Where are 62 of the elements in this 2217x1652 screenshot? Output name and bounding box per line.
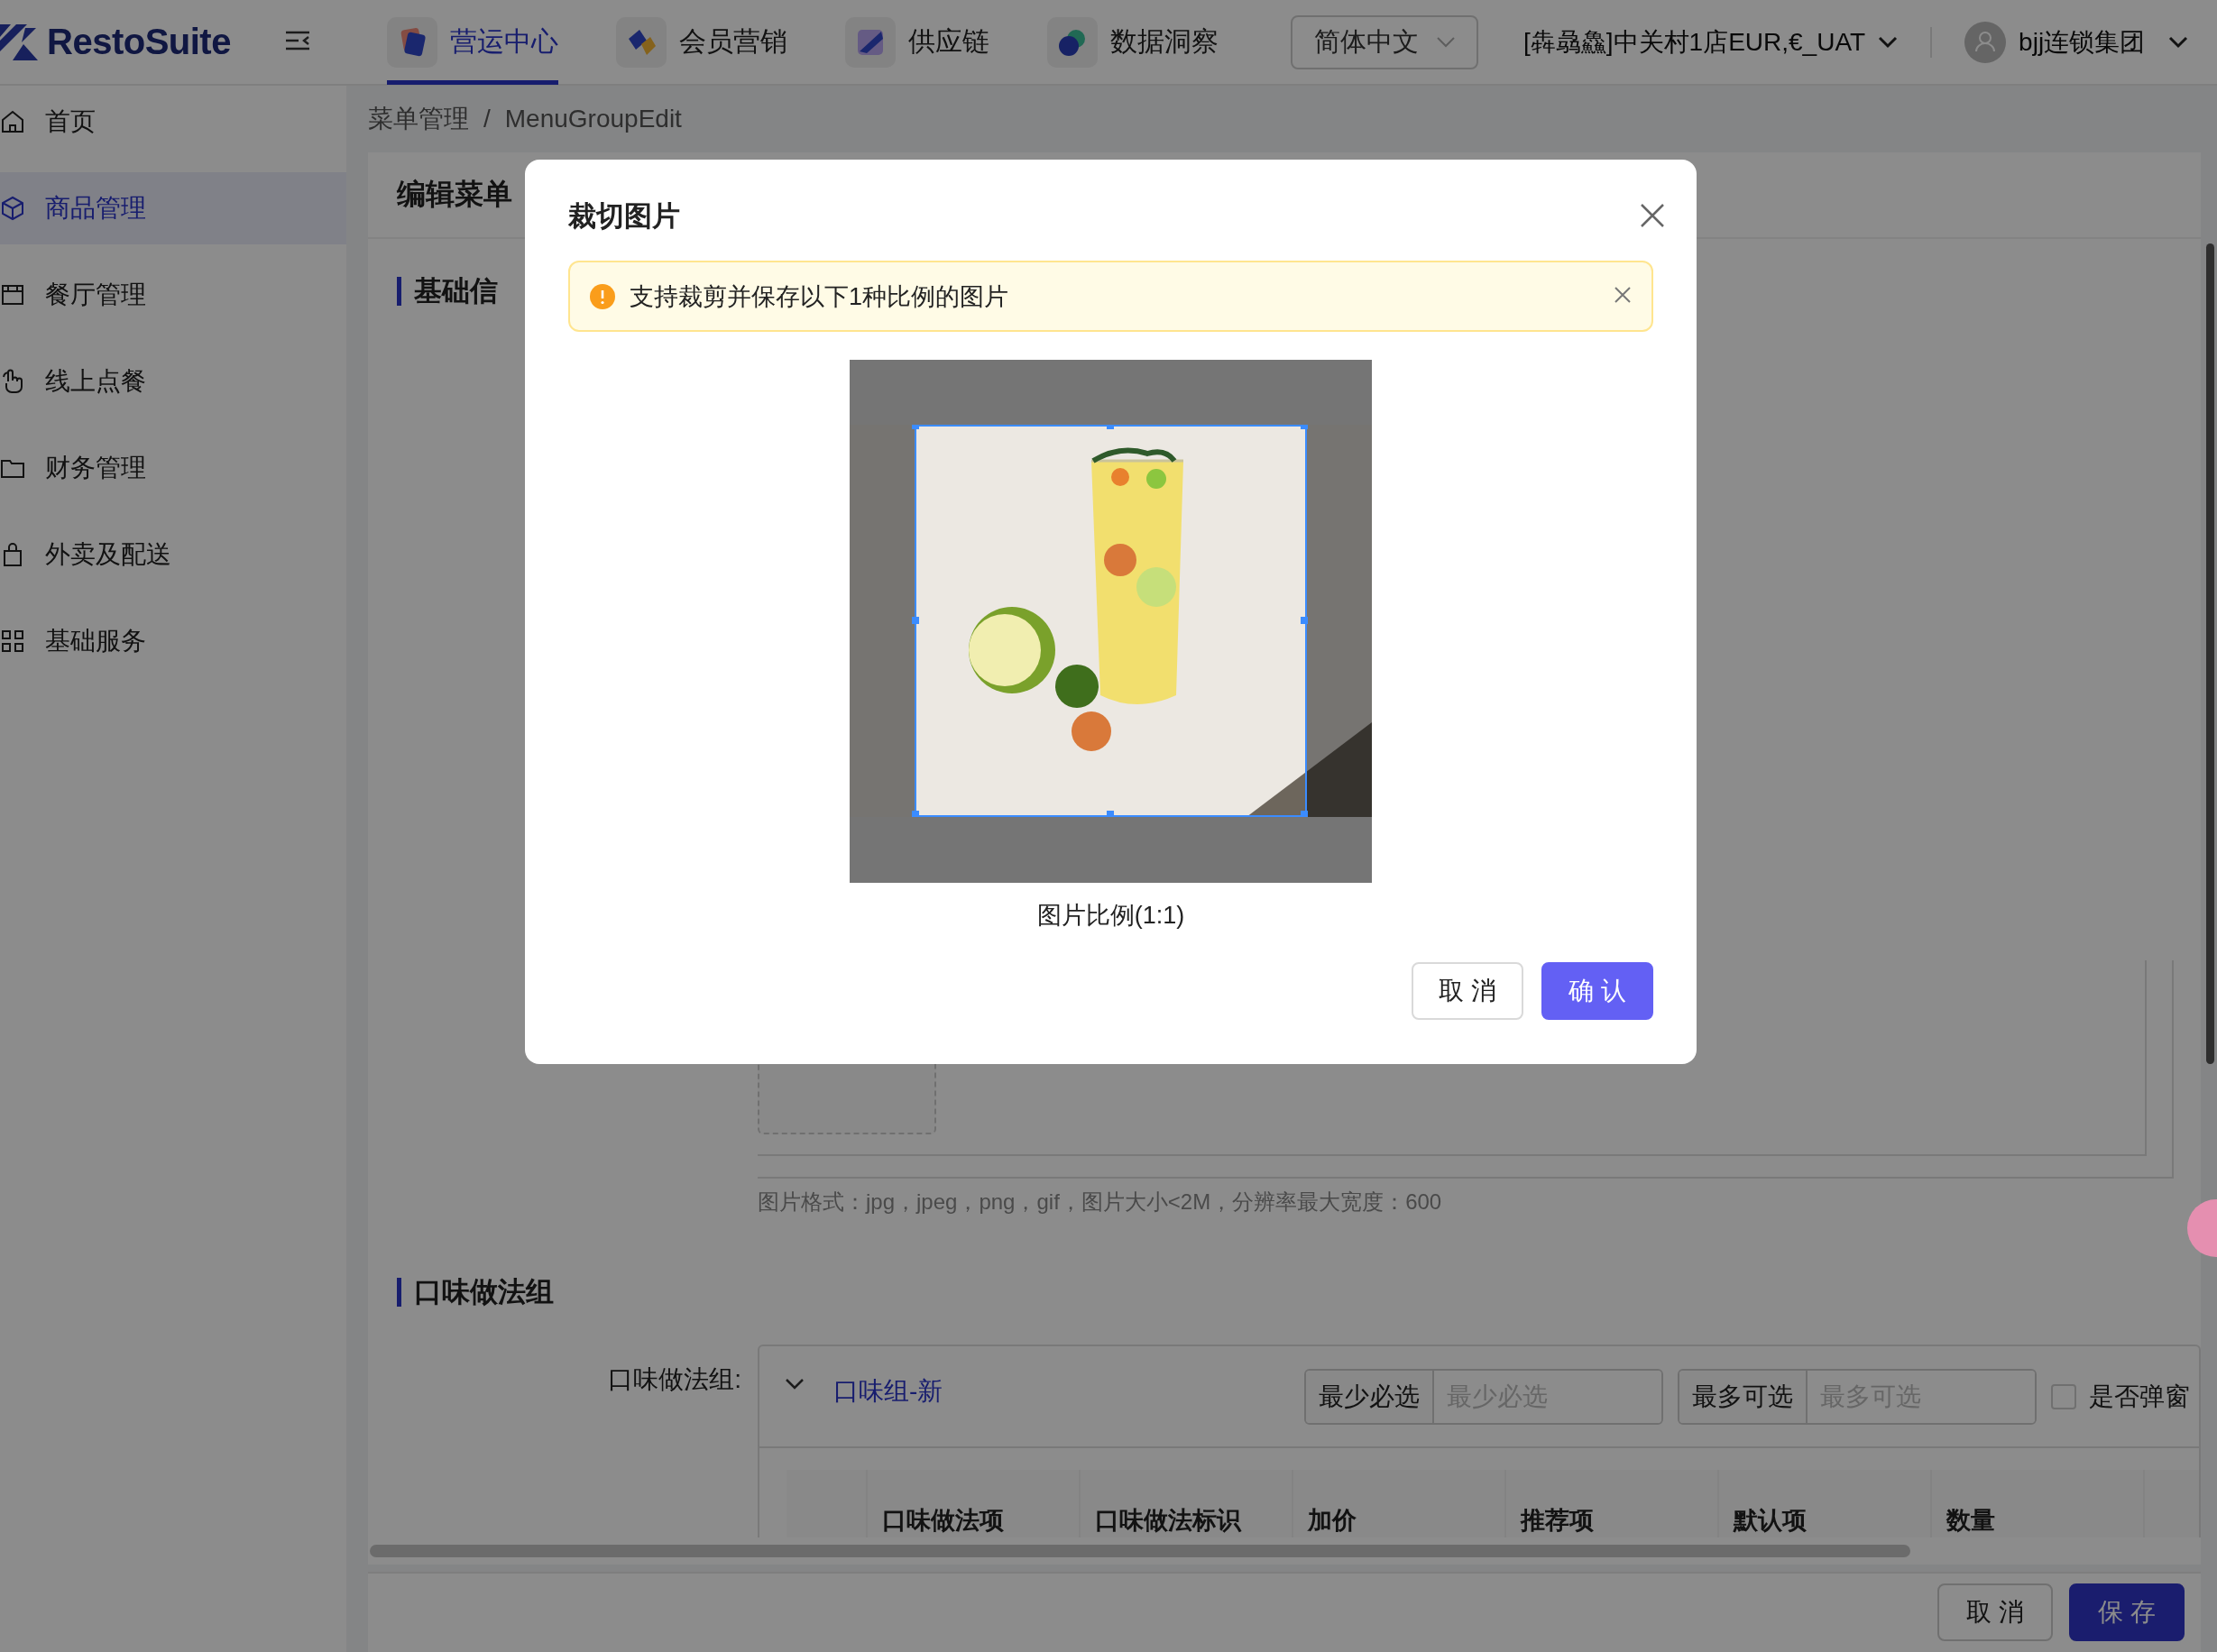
app-icon — [616, 16, 667, 68]
alert-message: 支持裁剪并保存以下1种比例的图片 — [630, 281, 1010, 312]
menu-fold-icon[interactable] — [284, 29, 311, 51]
column-header: 口味做法项 — [882, 1507, 1004, 1533]
breadcrumb-link[interactable]: 菜单管理 — [368, 101, 469, 136]
sidebar-item[interactable]: 基础服务 — [0, 605, 346, 677]
field-label: 口味做法组: — [607, 1363, 741, 1395]
cancel-button[interactable]: 取 消 — [1937, 1583, 2054, 1642]
aspect-ratio-label: 图片比例(1:1) — [1036, 901, 1185, 930]
user-menu[interactable]: bjj连锁集团 — [1964, 21, 2189, 63]
chevron-down-icon — [2168, 35, 2189, 49]
breadcrumb-current: MenuGroupEdit — [504, 104, 682, 133]
section-marker — [397, 276, 401, 306]
scrollbar-thumb[interactable] — [2206, 243, 2214, 1064]
sidebar-item[interactable]: 商品管理 — [0, 172, 346, 244]
chevron-down-icon — [1437, 36, 1455, 48]
save-button[interactable]: 保 存 — [2069, 1583, 2185, 1642]
menu-icon — [0, 369, 25, 394]
sidebar-item[interactable]: 财务管理 — [0, 432, 346, 504]
app-icon — [845, 16, 896, 68]
close-icon — [1614, 286, 1632, 304]
section-marker — [397, 1277, 401, 1307]
close-icon — [1639, 201, 1666, 229]
app-icon — [387, 16, 437, 68]
store-select[interactable]: [犇骉鱻]中关村1店EUR,€_UAT — [1523, 24, 1899, 60]
confirm-button[interactable]: 确 认 — [1541, 962, 1653, 1020]
chevron-down-icon — [785, 1377, 805, 1390]
crop-frame[interactable] — [915, 425, 1307, 817]
menu-icon — [0, 629, 25, 654]
breadcrumb-separator: / — [483, 104, 491, 133]
column-header: 数量 — [1946, 1507, 1995, 1533]
warning-icon — [590, 283, 615, 309]
scrollbar-thumb[interactable] — [370, 1544, 1910, 1557]
section-title: 口味做法组 — [414, 1274, 554, 1309]
column-header: 推荐项 — [1521, 1507, 1594, 1533]
avatar-icon — [1964, 21, 2007, 63]
chevron-down-icon — [1878, 35, 1899, 49]
menu-icon — [0, 196, 25, 221]
sidebar-item[interactable]: 首页 — [0, 86, 346, 158]
checkbox-label: 是否弹窗 — [2089, 1381, 2190, 1412]
logo-text: RestoSuite — [47, 22, 231, 62]
column-header: 加价 — [1308, 1507, 1357, 1533]
group-name[interactable]: 口味组-新 — [833, 1373, 1304, 1409]
column-header: 默认项 — [1734, 1507, 1807, 1533]
app-icon — [1047, 16, 1098, 68]
sidebar-item[interactable]: 餐厅管理 — [0, 259, 346, 331]
column-header: 口味做法标识 — [1095, 1507, 1241, 1533]
language-select[interactable]: 简体中文 — [1291, 14, 1478, 69]
checkbox[interactable] — [2051, 1383, 2076, 1409]
nav-tab[interactable]: 数据洞察 — [1047, 0, 1219, 85]
section-title: 基础信 — [414, 273, 498, 308]
logo-icon — [0, 23, 38, 60]
sidebar-item[interactable]: 外卖及配送 — [0, 519, 346, 591]
sidebar-item[interactable]: 线上点餐 — [0, 345, 346, 418]
nav-tab[interactable]: 会员营销 — [616, 0, 787, 85]
nav-tab[interactable]: 供应链 — [845, 0, 989, 85]
cancel-button[interactable]: 取 消 — [1412, 962, 1524, 1020]
dialog-title: 裁切图片 — [568, 199, 680, 234]
menu-icon — [0, 109, 25, 134]
menu-icon — [0, 282, 25, 307]
upload-hint: 图片格式：jpg，jpeg，png，gif，图片大小<2M，分辨率最大宽度：600 — [758, 1189, 1443, 1215]
page-title: 编辑菜单 — [397, 176, 512, 212]
